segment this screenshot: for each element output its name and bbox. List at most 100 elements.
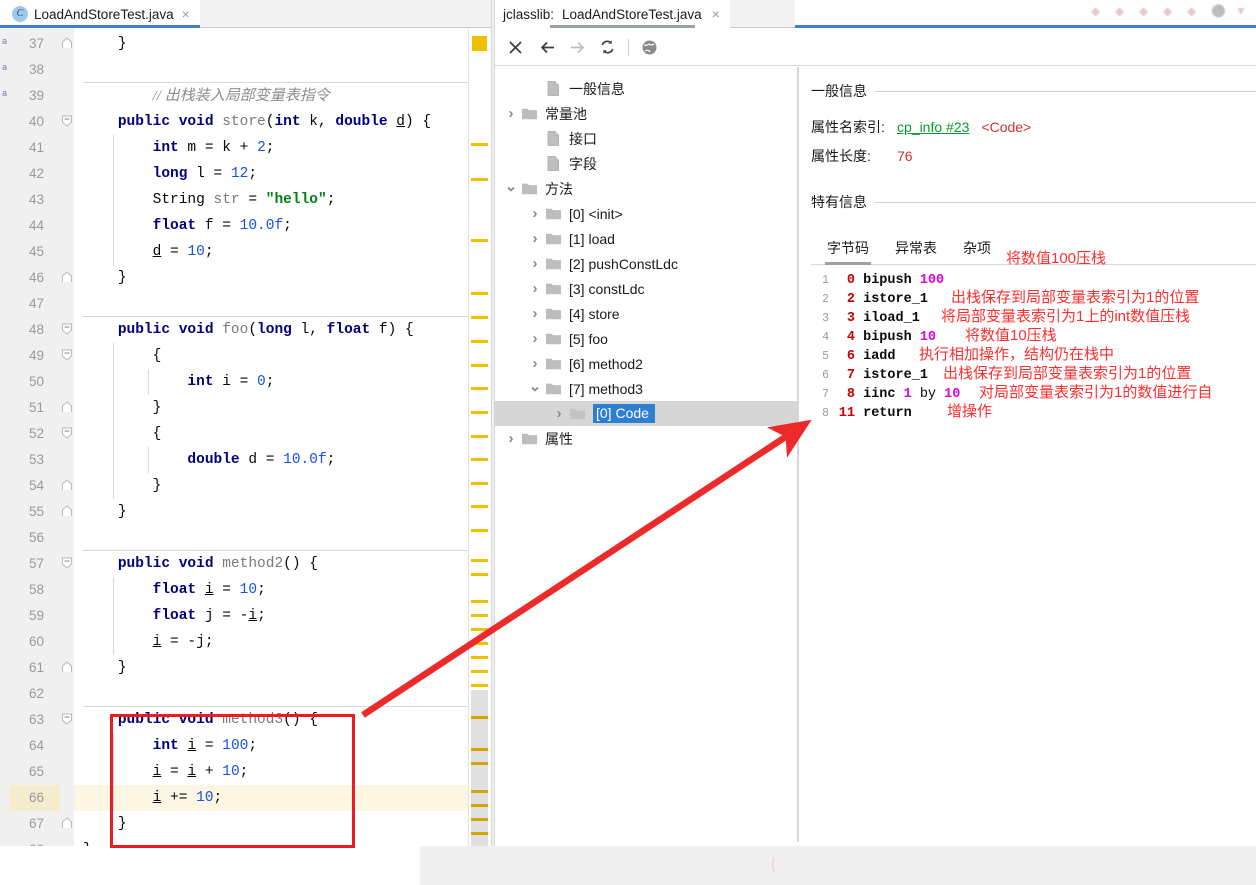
marker-tick[interactable] [471, 670, 488, 673]
chevron-right-icon[interactable]: › [525, 330, 545, 347]
marker-tick[interactable] [471, 656, 488, 659]
code-line[interactable]: int i = 0; [74, 369, 274, 395]
back-icon[interactable] [535, 35, 559, 59]
tree-item--0-code[interactable]: › [0] Code [495, 401, 797, 426]
chevron-right-icon[interactable]: › [501, 105, 521, 122]
marker-tick[interactable] [471, 316, 488, 319]
marker-tick[interactable] [471, 178, 488, 181]
marker-tick[interactable] [471, 435, 488, 438]
marker-tick[interactable] [471, 340, 488, 343]
code-line[interactable]: public void foo(long l, float f) { [74, 317, 414, 343]
tree-item--[interactable]: › 常量池 [495, 101, 797, 126]
bytecode-row[interactable]: 67 istore_1 出栈保存到局部变量表索引为1的位置 [813, 364, 1256, 383]
tree-item--1-load[interactable]: › [1] load [495, 226, 797, 251]
browse-icon[interactable] [637, 35, 661, 59]
bytecode-row[interactable]: 8 11 return 增操作 [813, 402, 1256, 421]
tree-item--7-method3[interactable]: ⌄ [7] method3 [495, 376, 797, 401]
detail-tab-杂项[interactable]: 杂项 [963, 238, 991, 264]
tree-item--[interactable]: › 属性 [495, 426, 797, 451]
code-line[interactable]: public void method2() { [74, 551, 318, 577]
tree-item--2-pushconstldc[interactable]: › [2] pushConstLdc [495, 251, 797, 276]
code-line[interactable]: int m = k + 2; [74, 135, 275, 161]
fold-end-icon[interactable] [61, 271, 73, 283]
marker-tick[interactable] [471, 239, 488, 242]
code-line[interactable]: float j = -i; [74, 603, 266, 629]
code-line[interactable]: } [74, 655, 127, 681]
code-line[interactable]: // 出栈装入局部变量表指令 [74, 83, 330, 109]
close-icon[interactable] [503, 35, 527, 59]
chevron-down-icon[interactable]: ⌄ [501, 177, 521, 195]
fold-end-icon[interactable] [61, 37, 73, 49]
tree-item--[interactable]: ⌄ 方法 [495, 176, 797, 201]
code-line[interactable]: i = -j; [74, 629, 214, 655]
tree-item--[interactable]: 接口 [495, 126, 797, 151]
bytecode-row[interactable]: 78 iinc 1 by 10 对局部变量表索引为1的数值进行自 [813, 383, 1256, 402]
marker-tick[interactable] [471, 642, 488, 645]
tree-item--5-foo[interactable]: › [5] foo [495, 326, 797, 351]
jclasslib-tab[interactable]: jclasslib: LoadAndStoreTest.java × [495, 0, 730, 28]
detail-tab-异常表[interactable]: 异常表 [895, 238, 937, 264]
cp-info-link[interactable]: cp_info #23 [897, 119, 969, 135]
chevron-right-icon[interactable]: › [549, 405, 569, 422]
fold-end-icon[interactable] [61, 479, 73, 491]
marker-tick[interactable] [471, 600, 488, 603]
marker-tick[interactable] [471, 292, 488, 295]
tree-item--6-method2[interactable]: › [6] method2 [495, 351, 797, 376]
marker-tick[interactable] [471, 684, 488, 687]
code-line[interactable]: i += 10; [74, 785, 223, 811]
editor-code-area[interactable]: } // 出栈装入局部变量表指令 public void store(int k… [74, 28, 468, 885]
bytecode-row[interactable]: 10 bipush 100 将数值100压栈 [813, 250, 1256, 288]
marker-tick[interactable] [471, 458, 488, 461]
marker-warning-block[interactable] [472, 36, 487, 51]
chevron-right-icon[interactable]: › [525, 280, 545, 297]
code-line[interactable]: { [74, 421, 162, 447]
chevron-right-icon[interactable]: › [525, 255, 545, 272]
tree-item--[interactable]: 字段 [495, 151, 797, 176]
tree-item--4-store[interactable]: › [4] store [495, 301, 797, 326]
marker-tick[interactable] [471, 614, 488, 617]
marker-tick[interactable] [471, 529, 488, 532]
fold-collapse-icon[interactable] [61, 427, 73, 439]
marker-tick[interactable] [471, 411, 488, 414]
code-line[interactable]: d = 10; [74, 239, 214, 265]
code-line[interactable]: } [74, 473, 162, 499]
tree-item--0-init-[interactable]: › [0] <init> [495, 201, 797, 226]
bytecode-row[interactable]: 56 iadd 执行相加操作，结构仍在栈中 [813, 345, 1256, 364]
marker-tick[interactable] [471, 628, 488, 631]
marker-tick[interactable] [471, 482, 488, 485]
code-line[interactable]: public void store(int k, double d) { [74, 109, 431, 135]
code-line[interactable]: public void method3() { [74, 707, 318, 733]
fold-collapse-icon[interactable] [61, 713, 73, 725]
tree-item--3-constldc[interactable]: › [3] constLdc [495, 276, 797, 301]
tree-item--[interactable]: 一般信息 [495, 76, 797, 101]
code-line[interactable]: long l = 12; [74, 161, 257, 187]
chevron-right-icon[interactable]: › [525, 230, 545, 247]
bytecode-row[interactable]: 44 bipush 10 将数值10压栈 [813, 326, 1256, 345]
code-line[interactable]: } [74, 265, 127, 291]
code-line[interactable]: int i = 100; [74, 733, 257, 759]
fold-end-icon[interactable] [61, 401, 73, 413]
close-icon[interactable]: × [180, 7, 190, 21]
marker-tick[interactable] [471, 505, 488, 508]
fold-end-icon[interactable] [61, 661, 73, 673]
chevron-right-icon[interactable]: › [525, 205, 545, 222]
marker-tick[interactable] [471, 559, 488, 562]
editor-tab-loadandstoretest[interactable]: C LoadAndStoreTest.java × [0, 0, 200, 28]
editor-code-folding-strip[interactable] [60, 28, 74, 885]
close-icon[interactable]: × [710, 7, 720, 21]
bytecode-row[interactable]: 22 istore_1 出栈保存到局部变量表索引为1的位置 [813, 288, 1256, 307]
chevron-right-icon[interactable]: › [501, 430, 521, 447]
fold-collapse-icon[interactable] [61, 323, 73, 335]
marker-tick[interactable] [471, 143, 488, 146]
bytecode-listing[interactable]: 10 bipush 100 将数值100压栈 2 2 istore_1 出栈保存到局部变… [811, 250, 1256, 421]
fold-collapse-icon[interactable] [61, 557, 73, 569]
code-line[interactable]: } [74, 811, 127, 837]
code-line[interactable]: { [74, 343, 162, 369]
editor-marker-column[interactable] [468, 28, 491, 885]
marker-tick[interactable] [471, 364, 488, 367]
code-line[interactable] [74, 57, 83, 83]
fold-collapse-icon[interactable] [61, 349, 73, 361]
class-structure-tree[interactable]: 一般信息 › 常量池 接口 字段 ⌄ 方法 › [0] <init> › [1] load › [2] … [495, 67, 797, 842]
fold-collapse-icon[interactable] [61, 115, 73, 127]
code-line[interactable]: } [74, 499, 127, 525]
